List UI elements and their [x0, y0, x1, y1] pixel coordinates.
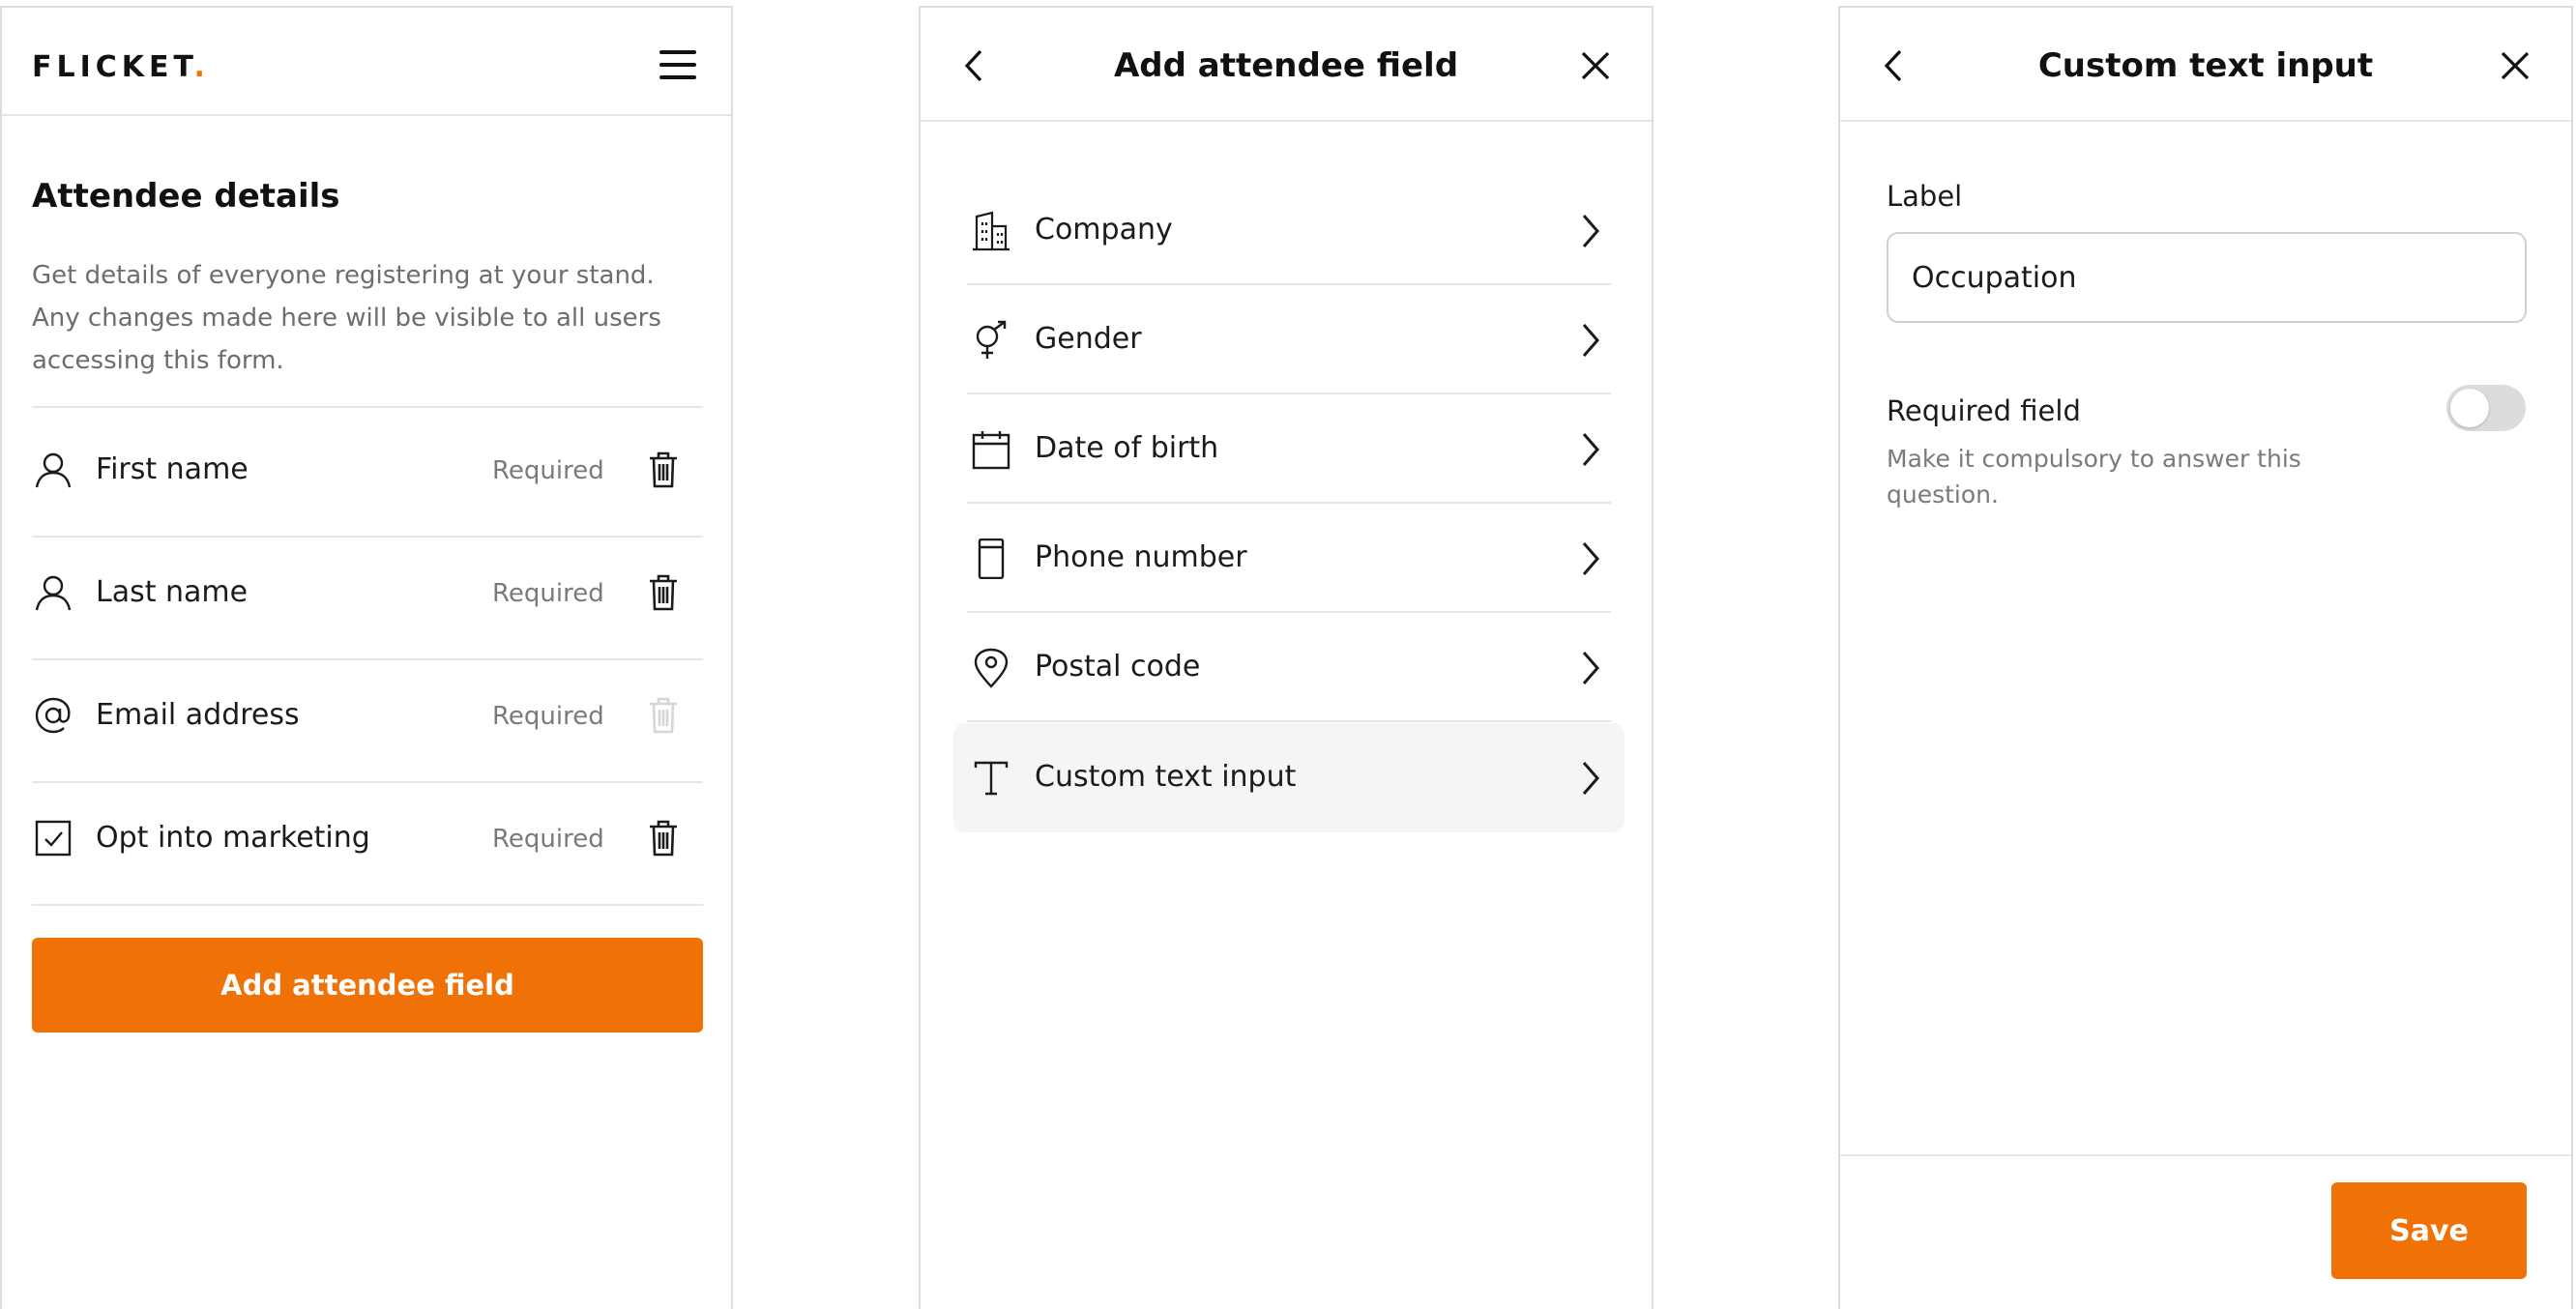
panel-title: Add attendee field — [1113, 46, 1459, 85]
required-badge: Required — [492, 579, 604, 608]
person-icon — [34, 451, 73, 489]
required-badge: Required — [492, 825, 604, 854]
app-header: FLICKET. — [2, 8, 731, 116]
option-label: Custom text input — [1035, 760, 1297, 794]
add-attendee-field-button[interactable]: Add attendee field — [32, 938, 703, 1033]
panel-header: Custom text input — [1840, 8, 2571, 122]
footer-divider — [1840, 1154, 2571, 1156]
chevron-right-icon — [1580, 322, 1601, 359]
required-badge: Required — [492, 702, 604, 731]
option-label: Company — [1035, 213, 1173, 247]
close-icon[interactable] — [2500, 50, 2531, 81]
field-label: Opt into marketing — [96, 821, 370, 855]
at-icon — [34, 696, 73, 735]
divider — [32, 904, 703, 906]
label-caption: Label — [1887, 180, 1963, 213]
label-input[interactable] — [1887, 232, 2527, 323]
checkbox-icon — [34, 819, 73, 858]
trash-icon[interactable] — [647, 451, 680, 489]
option-gender[interactable]: Gender — [967, 285, 1611, 394]
panel-title: Custom text input — [2037, 46, 2374, 85]
required-badge: Required — [492, 456, 604, 485]
option-custom-text-input[interactable]: Custom text input — [953, 723, 1625, 832]
required-field-toggle[interactable] — [2446, 385, 2526, 431]
chevron-right-icon — [1580, 431, 1601, 468]
option-company[interactable]: Company — [967, 176, 1611, 285]
chevron-right-icon — [1580, 760, 1601, 797]
field-label: First name — [96, 452, 249, 486]
add-attendee-field-panel: Add attendee field Company Gender Date o… — [919, 6, 1654, 1309]
person-icon — [34, 573, 73, 612]
save-button[interactable]: Save — [2331, 1182, 2527, 1279]
trash-icon[interactable] — [647, 573, 680, 612]
menu-icon[interactable] — [659, 50, 696, 79]
field-label: Email address — [96, 698, 300, 732]
chevron-right-icon — [1580, 650, 1601, 686]
required-field-description: Make it compulsory to answer this questi… — [1887, 445, 2301, 509]
gender-icon — [971, 320, 1011, 361]
field-label: Last name — [96, 575, 249, 609]
option-date-of-birth[interactable]: Date of birth — [967, 394, 1611, 504]
field-row-last-name: Last name Required — [32, 531, 703, 653]
field-row-first-name: First name Required — [32, 408, 703, 530]
custom-text-input-panel: Custom text input Label Required field M… — [1838, 6, 2573, 1309]
phone-icon — [971, 538, 1011, 579]
trash-icon-disabled — [647, 696, 680, 735]
page-title: Attendee details — [32, 177, 340, 216]
toggle-knob — [2450, 389, 2489, 427]
field-row-email-address: Email address Required — [32, 654, 703, 775]
attendee-details-panel: FLICKET. Attendee details Get details of… — [0, 6, 733, 1309]
panel-header: Add attendee field — [921, 8, 1652, 122]
chevron-right-icon — [1580, 213, 1601, 249]
location-pin-icon — [971, 648, 1011, 688]
option-label: Gender — [1035, 322, 1142, 356]
field-row-opt-into-marketing: Opt into marketing Required — [32, 776, 703, 898]
option-label: Phone number — [1035, 540, 1247, 574]
text-icon — [971, 758, 1011, 799]
flicket-logo[interactable]: FLICKET. — [32, 50, 210, 84]
required-field-title: Required field — [1887, 394, 2081, 427]
building-icon — [971, 211, 1011, 251]
option-phone-number[interactable]: Phone number — [967, 504, 1611, 613]
option-label: Postal code — [1035, 650, 1201, 684]
trash-icon[interactable] — [647, 819, 680, 858]
option-postal-code[interactable]: Postal code — [967, 613, 1611, 722]
chevron-right-icon — [1580, 540, 1601, 577]
close-icon[interactable] — [1580, 50, 1611, 81]
calendar-icon — [971, 429, 1011, 470]
option-label: Date of birth — [1035, 431, 1219, 465]
page-description: Get details of everyone registering at y… — [32, 261, 661, 375]
